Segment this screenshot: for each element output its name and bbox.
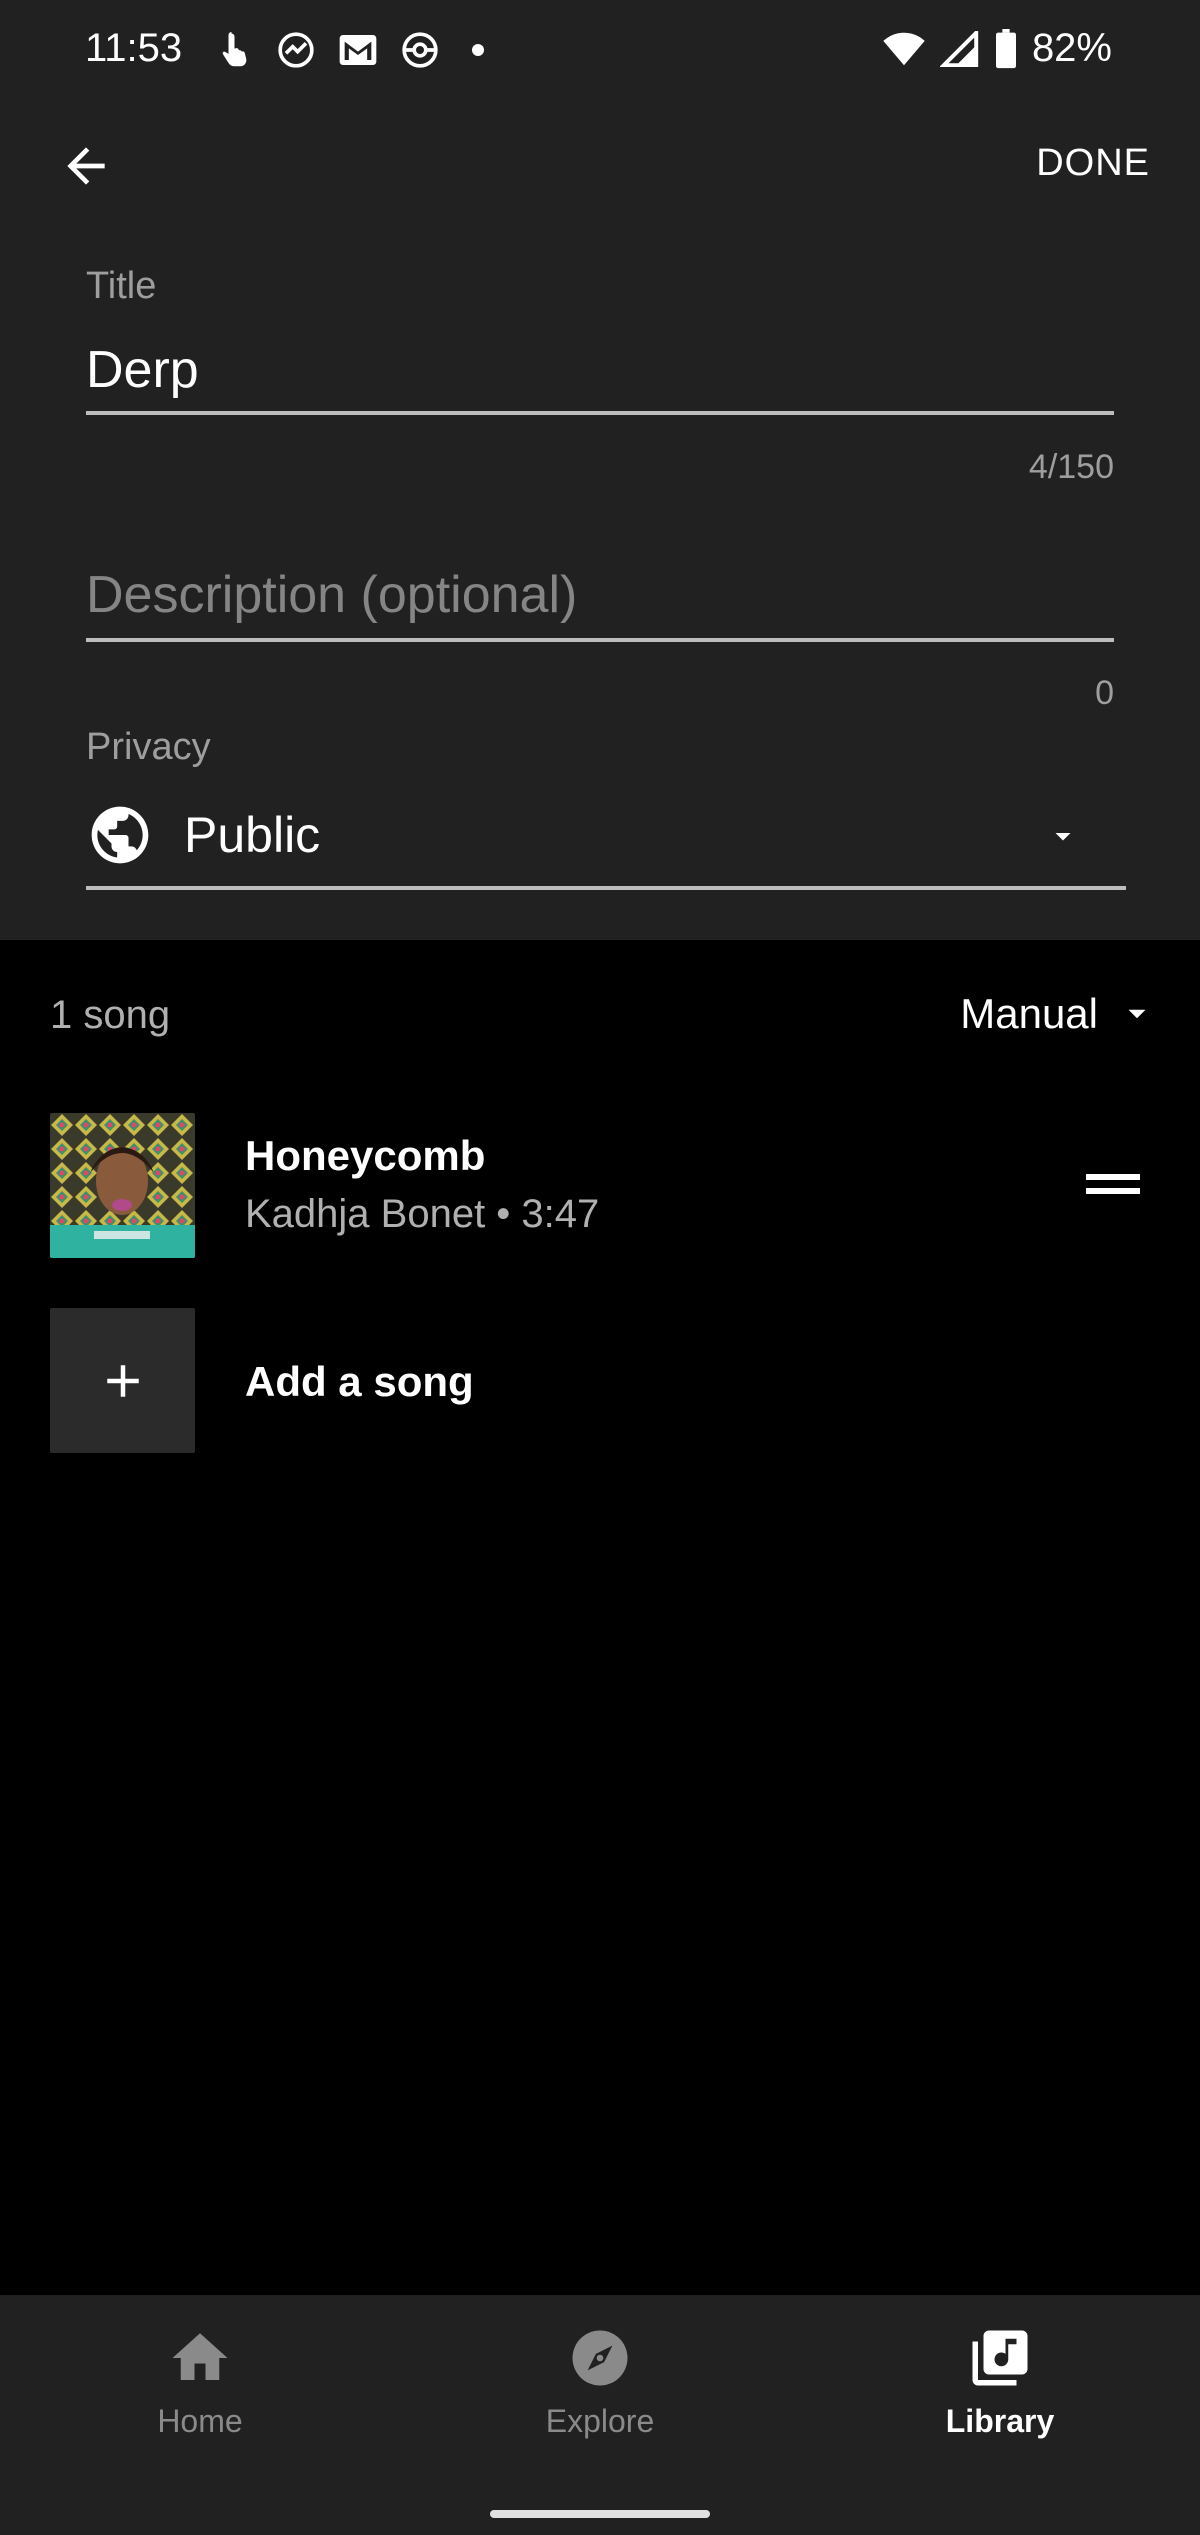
battery-percentage: 82% [1031,26,1112,70]
nav-home-label: Home [157,2403,243,2439]
notification-icons [218,28,484,72]
privacy-dropdown[interactable]: Public [86,790,1126,880]
done-button[interactable]: DONE [1036,142,1150,185]
privacy-label: Privacy [86,726,211,768]
globe-icon [91,806,149,864]
add-song-tile [50,1308,195,1453]
status-bar: 11:53 82% [0,0,1200,100]
privacy-value: Public [184,807,321,863]
song-artist-duration: Kadhja Bonet • 3:47 [245,1192,600,1236]
title-underline [86,411,1114,415]
speedometer-icon [278,32,314,68]
description-underline [86,638,1114,642]
compass-icon [572,2330,628,2386]
nav-library-label: Library [945,2403,1055,2439]
gesture-bar[interactable] [490,2510,710,2518]
song-list-item[interactable]: Honeycomb Kadhja Bonet • 3:47 [0,1110,1200,1260]
status-time: 11:53 [85,26,183,70]
dropdown-arrow-icon [1128,1009,1146,1019]
nav-explore[interactable]: Explore [450,2325,750,2485]
system-status: 82% [882,26,1112,71]
nav-library[interactable]: Library [850,2325,1150,2485]
drag-handle-icon[interactable] [1086,1170,1140,1200]
pokeball-icon [402,32,438,68]
nav-explore-label: Explore [545,2403,655,2439]
plus-icon [106,1364,139,1397]
description-field[interactable] [86,560,1114,630]
library-music-icon [972,2330,1028,2386]
title-field[interactable]: Derp [86,340,199,400]
back-button[interactable] [52,132,120,200]
song-title: Honeycomb [245,1132,486,1179]
sort-label: Manual [960,990,1098,1037]
home-icon [172,2333,228,2380]
arrow-back-icon [67,147,105,185]
battery-icon [995,28,1016,68]
title-label: Title [86,265,157,307]
dropdown-arrow-icon [1055,833,1071,841]
song-count: 1 song [50,993,171,1037]
cell-signal-icon [939,30,979,67]
album-art [50,1113,195,1258]
bottom-navigation: Home Explore Library [0,2295,1200,2535]
title-char-counter: 4/150 [1028,448,1114,486]
add-song-button[interactable]: Add a song [0,1308,1200,1456]
touch-icon [222,31,247,67]
wifi-icon [883,32,925,65]
description-char-counter: 0 [1095,674,1114,712]
privacy-underline [86,886,1126,890]
add-song-label: Add a song [245,1358,474,1405]
sort-dropdown[interactable]: Manual [960,990,1154,1038]
nav-home[interactable]: Home [50,2325,350,2485]
gmail-icon [339,35,377,65]
dot-icon [472,44,484,56]
